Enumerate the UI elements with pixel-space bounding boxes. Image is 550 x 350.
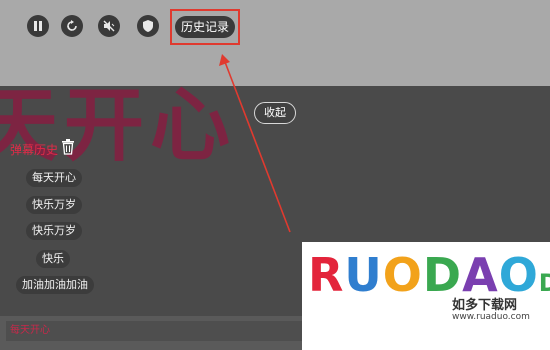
watermark-url: www.ruaduo.com [452,312,530,322]
history-item[interactable]: 每天开心 [26,169,82,187]
shield-icon [143,20,153,32]
pause-button[interactable] [27,15,49,37]
annotation-highlight-box [170,9,240,45]
history-item[interactable]: 快乐 [36,250,70,268]
site-watermark: RUODAODAO 如多下载网 www.ruaduo.com [302,242,550,350]
history-item[interactable]: 加油加油加油 [16,276,94,294]
control-bar: 历史记录 [0,0,550,86]
danmaku-history-title: 弹幕历史 [10,143,59,157]
mute-button[interactable] [98,15,120,37]
mute-icon [103,20,115,32]
danmaku-input[interactable]: 每天开心 [6,321,306,341]
refresh-icon [67,20,77,31]
trash-icon[interactable] [61,139,75,155]
history-item[interactable]: 快乐万岁 [26,222,82,240]
history-item[interactable]: 快乐万岁 [26,196,82,214]
watermark-site-name: 如多下载网 [452,298,518,313]
watermark-logo: RUODAODAO [308,248,550,302]
shield-button[interactable] [137,15,159,37]
refresh-button[interactable] [61,15,83,37]
collapse-button[interactable]: 收起 [254,102,296,124]
app-screen: 历史记录 天开心 收起 弹幕历史 每天开心 快乐万岁 快乐万岁 快乐 加油加油加… [0,0,550,350]
pause-icon [34,21,42,31]
